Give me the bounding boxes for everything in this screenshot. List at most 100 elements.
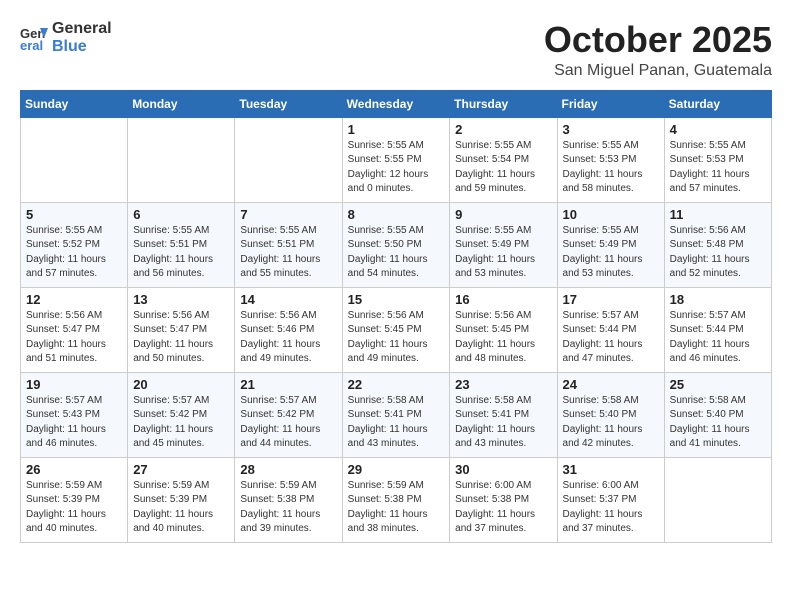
week-row-5: 26 Sunrise: 5:59 AM Sunset: 5:39 PM Dayli… [21, 457, 772, 542]
calendar-cell: 20 Sunrise: 5:57 AM Sunset: 5:42 PM Dayli… [128, 372, 235, 457]
calendar-cell: 21Sunrise: 5:57 AM Sunset: 5:42 PM Dayli… [235, 372, 342, 457]
day-info: Sunrise: 5:55 AM Sunset: 5:53 PM Dayligh… [670, 139, 766, 197]
day-number: 2 [455, 122, 551, 137]
calendar-cell: 5 Sunrise: 5:55 AM Sunset: 5:52 PM Daylig… [21, 202, 128, 287]
week-row-2: 5 Sunrise: 5:55 AM Sunset: 5:52 PM Daylig… [21, 202, 772, 287]
calendar-cell: 29Sunrise: 5:59 AM Sunset: 5:38 PM Dayli… [342, 457, 450, 542]
calendar-cell: 9 Sunrise: 5:55 AM Sunset: 5:49 PM Daylig… [450, 202, 557, 287]
day-info: Sunrise: 5:56 AM Sunset: 5:48 PM Dayligh… [670, 224, 766, 282]
day-info: Sunrise: 5:59 AM Sunset: 5:39 PM Dayligh… [133, 479, 229, 537]
day-number: 12 [26, 292, 122, 307]
calendar-cell: 25 Sunrise: 5:58 AM Sunset: 5:40 PM Dayli… [664, 372, 771, 457]
day-number: 28 [240, 462, 336, 477]
day-info: Sunrise: 5:55 AM Sunset: 5:52 PM Dayligh… [26, 224, 122, 282]
svg-text:eral: eral [20, 38, 43, 52]
calendar-cell: 2 Sunrise: 5:55 AM Sunset: 5:54 PM Daylig… [450, 117, 557, 202]
calendar-cell: 1 Sunrise: 5:55 AM Sunset: 5:55 PM Daylig… [342, 117, 450, 202]
day-number: 20 [133, 377, 229, 392]
day-info: Sunrise: 5:57 AM Sunset: 5:44 PM Dayligh… [563, 309, 659, 367]
day-info: Sunrise: 5:55 AM Sunset: 5:54 PM Dayligh… [455, 139, 551, 197]
day-number: 18 [670, 292, 766, 307]
day-number: 26 [26, 462, 122, 477]
day-number: 10 [563, 207, 659, 222]
day-number: 22 [348, 377, 445, 392]
day-number: 25 [670, 377, 766, 392]
day-info: Sunrise: 5:56 AM Sunset: 5:47 PM Dayligh… [26, 309, 122, 367]
calendar-cell [21, 117, 128, 202]
day-number: 13 [133, 292, 229, 307]
day-info: Sunrise: 5:57 AM Sunset: 5:42 PM Dayligh… [133, 394, 229, 452]
weekday-header-monday: Monday [128, 90, 235, 117]
day-info: Sunrise: 5:55 AM Sunset: 5:49 PM Dayligh… [455, 224, 551, 282]
day-number: 23 [455, 377, 551, 392]
logo: Gen eral General Blue [20, 20, 112, 55]
day-info: Sunrise: 5:58 AM Sunset: 5:41 PM Dayligh… [348, 394, 445, 452]
calendar-cell: 7Sunrise: 5:55 AM Sunset: 5:51 PM Daylig… [235, 202, 342, 287]
day-number: 24 [563, 377, 659, 392]
day-info: Sunrise: 5:57 AM Sunset: 5:44 PM Dayligh… [670, 309, 766, 367]
day-info: Sunrise: 6:00 AM Sunset: 5:37 PM Dayligh… [563, 479, 659, 537]
calendar-cell: 10Sunrise: 5:55 AM Sunset: 5:49 PM Dayli… [557, 202, 664, 287]
day-info: Sunrise: 5:59 AM Sunset: 5:39 PM Dayligh… [26, 479, 122, 537]
logo-text-general: General [52, 20, 112, 38]
calendar-cell: 26 Sunrise: 5:59 AM Sunset: 5:39 PM Dayli… [21, 457, 128, 542]
day-number: 4 [670, 122, 766, 137]
week-row-4: 19Sunrise: 5:57 AM Sunset: 5:43 PM Dayli… [21, 372, 772, 457]
calendar-cell: 13 Sunrise: 5:56 AM Sunset: 5:47 PM Dayli… [128, 287, 235, 372]
calendar-cell: 22 Sunrise: 5:58 AM Sunset: 5:41 PM Dayli… [342, 372, 450, 457]
day-number: 30 [455, 462, 551, 477]
calendar-cell: 14 Sunrise: 5:56 AM Sunset: 5:46 PM Dayli… [235, 287, 342, 372]
day-info: Sunrise: 5:55 AM Sunset: 5:51 PM Dayligh… [240, 224, 336, 282]
calendar-cell: 24 Sunrise: 5:58 AM Sunset: 5:40 PM Dayli… [557, 372, 664, 457]
day-number: 17 [563, 292, 659, 307]
day-number: 31 [563, 462, 659, 477]
day-info: Sunrise: 5:56 AM Sunset: 5:47 PM Dayligh… [133, 309, 229, 367]
calendar-cell: 18 Sunrise: 5:57 AM Sunset: 5:44 PM Dayli… [664, 287, 771, 372]
day-number: 9 [455, 207, 551, 222]
weekday-header-friday: Friday [557, 90, 664, 117]
calendar-cell: 11 Sunrise: 5:56 AM Sunset: 5:48 PM Dayli… [664, 202, 771, 287]
calendar-cell: 8 Sunrise: 5:55 AM Sunset: 5:50 PM Daylig… [342, 202, 450, 287]
day-number: 29 [348, 462, 445, 477]
page-header: Gen eral General Blue October 2025 San M… [20, 20, 772, 80]
calendar-cell: 19Sunrise: 5:57 AM Sunset: 5:43 PM Dayli… [21, 372, 128, 457]
day-info: Sunrise: 5:55 AM Sunset: 5:50 PM Dayligh… [348, 224, 445, 282]
weekday-header-thursday: Thursday [450, 90, 557, 117]
calendar-cell: 27 Sunrise: 5:59 AM Sunset: 5:39 PM Dayli… [128, 457, 235, 542]
calendar-cell: 28Sunrise: 5:59 AM Sunset: 5:38 PM Dayli… [235, 457, 342, 542]
day-number: 3 [563, 122, 659, 137]
day-number: 21 [240, 377, 336, 392]
day-info: Sunrise: 5:58 AM Sunset: 5:41 PM Dayligh… [455, 394, 551, 452]
day-number: 14 [240, 292, 336, 307]
day-info: Sunrise: 5:55 AM Sunset: 5:55 PM Dayligh… [348, 139, 445, 197]
day-number: 16 [455, 292, 551, 307]
day-info: Sunrise: 5:55 AM Sunset: 5:51 PM Dayligh… [133, 224, 229, 282]
day-number: 8 [348, 207, 445, 222]
day-info: Sunrise: 5:55 AM Sunset: 5:53 PM Dayligh… [563, 139, 659, 197]
month-title: October 2025 [544, 20, 772, 60]
calendar-table: SundayMondayTuesdayWednesdayThursdayFrid… [20, 90, 772, 543]
day-info: Sunrise: 5:57 AM Sunset: 5:43 PM Dayligh… [26, 394, 122, 452]
title-area: October 2025 San Miguel Panan, Guatemala [544, 20, 772, 80]
week-row-1: 1 Sunrise: 5:55 AM Sunset: 5:55 PM Daylig… [21, 117, 772, 202]
calendar-cell [664, 457, 771, 542]
day-number: 1 [348, 122, 445, 137]
day-info: Sunrise: 5:56 AM Sunset: 5:45 PM Dayligh… [348, 309, 445, 367]
weekday-header-row: SundayMondayTuesdayWednesdayThursdayFrid… [21, 90, 772, 117]
week-row-3: 12 Sunrise: 5:56 AM Sunset: 5:47 PM Dayli… [21, 287, 772, 372]
day-info: Sunrise: 5:58 AM Sunset: 5:40 PM Dayligh… [563, 394, 659, 452]
calendar-cell: 3 Sunrise: 5:55 AM Sunset: 5:53 PM Daylig… [557, 117, 664, 202]
calendar-cell [128, 117, 235, 202]
location-title: San Miguel Panan, Guatemala [544, 62, 772, 80]
calendar-cell: 16 Sunrise: 5:56 AM Sunset: 5:45 PM Dayli… [450, 287, 557, 372]
day-number: 5 [26, 207, 122, 222]
day-info: Sunrise: 5:58 AM Sunset: 5:40 PM Dayligh… [670, 394, 766, 452]
day-info: Sunrise: 5:56 AM Sunset: 5:46 PM Dayligh… [240, 309, 336, 367]
calendar-cell: 6Sunrise: 5:55 AM Sunset: 5:51 PM Daylig… [128, 202, 235, 287]
day-info: Sunrise: 6:00 AM Sunset: 5:38 PM Dayligh… [455, 479, 551, 537]
day-number: 15 [348, 292, 445, 307]
day-number: 11 [670, 207, 766, 222]
day-number: 27 [133, 462, 229, 477]
weekday-header-wednesday: Wednesday [342, 90, 450, 117]
day-info: Sunrise: 5:56 AM Sunset: 5:45 PM Dayligh… [455, 309, 551, 367]
